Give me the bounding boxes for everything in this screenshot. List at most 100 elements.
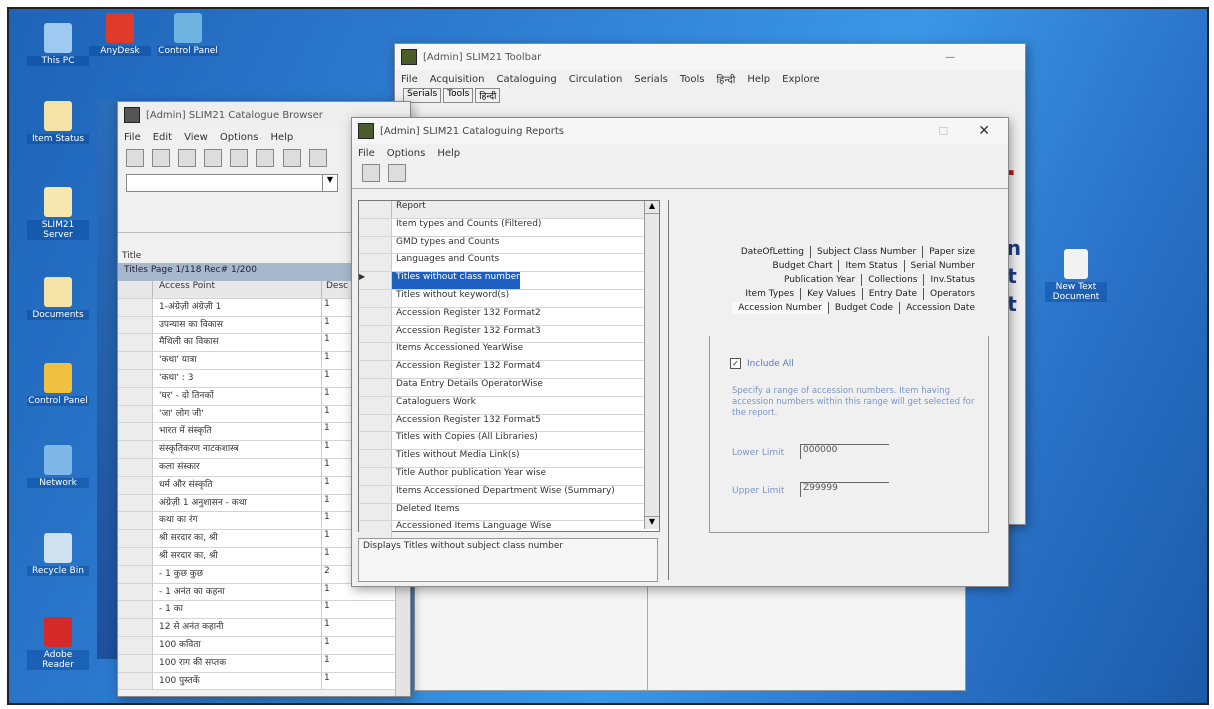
lower-limit-field[interactable]: 000000	[800, 444, 889, 459]
desktop-icon[interactable]: Adobe Reader	[27, 617, 89, 670]
tab-operators[interactable]: Operators	[923, 288, 981, 300]
desktop-icon[interactable]: SLIM21 Server	[27, 187, 89, 240]
include-all-checkbox[interactable]: ✓	[730, 358, 741, 369]
row-indicator	[118, 298, 153, 316]
upper-limit-field[interactable]: Z99999	[800, 482, 889, 497]
grid-view-icon[interactable]	[256, 149, 275, 167]
list-item[interactable]: Accession Register 132 Format3	[359, 325, 659, 344]
grid-view-icon[interactable]	[282, 149, 301, 167]
desktop-icon[interactable]: This PC	[27, 23, 89, 66]
minimize-icon[interactable]: —	[945, 52, 955, 63]
list-item[interactable]: Titles without keyword(s)	[359, 289, 659, 308]
list-item[interactable]: Item types and Counts (Filtered)	[359, 218, 659, 237]
title-bar[interactable]: [Admin] SLIM21 Toolbar —	[395, 44, 1025, 70]
title-bar[interactable]: [Admin] SLIM21 Cataloguing Reports ☐ ✕	[352, 118, 1008, 144]
tab-publication-year[interactable]: Publication Year	[778, 274, 861, 286]
list-item[interactable]: Accessioned Items Language Wise	[359, 521, 659, 540]
menu-acquisition[interactable]: Acquisition	[430, 74, 485, 85]
cataloguing-reports-window[interactable]: [Admin] SLIM21 Cataloguing Reports ☐ ✕ F…	[351, 117, 1009, 587]
tab-key-values[interactable]: Key Values	[800, 288, 862, 300]
list-item[interactable]: Items Accessioned Department Wise (Summa…	[359, 485, 659, 504]
menu-help[interactable]: Help	[270, 132, 293, 143]
run-report-icon[interactable]	[362, 164, 380, 182]
list-item[interactable]: Title Author publication Year wise	[359, 467, 659, 486]
tab-collections[interactable]: Collections	[861, 274, 923, 286]
scrollbar[interactable]: ▲ ▼	[644, 201, 659, 529]
grid-view-icon[interactable]	[178, 149, 197, 167]
desktop-icon[interactable]: Recycle Bin	[27, 533, 89, 576]
desc-cell: 1	[324, 636, 330, 647]
menu-file[interactable]: File	[401, 74, 418, 85]
tab-accession-number[interactable]: Accession Number	[732, 302, 828, 314]
grid-view-icon[interactable]	[204, 149, 223, 167]
column-header[interactable]: Access Point	[153, 281, 322, 298]
list-item[interactable]: Data Entry Details OperatorWise	[359, 378, 659, 397]
menu-cataloguing[interactable]: Cataloguing	[497, 74, 557, 85]
list-item[interactable]: Items Accessioned YearWise	[359, 343, 659, 362]
chevron-down-icon[interactable]: ▼	[322, 175, 337, 191]
menu-file[interactable]: File	[124, 132, 141, 143]
menu-circulation[interactable]: Circulation	[569, 74, 623, 85]
menu-help[interactable]: Help	[747, 74, 770, 85]
printer-icon[interactable]	[388, 164, 407, 182]
list-item[interactable]: Titles without Media Link(s)	[359, 450, 659, 468]
menu-serials[interactable]: Serials	[634, 74, 668, 85]
tab-serial-number[interactable]: Serial Number	[903, 260, 981, 272]
printer-icon[interactable]	[126, 149, 144, 167]
list-item[interactable]: Cataloguers Work	[359, 396, 659, 415]
table-row[interactable]: 100 पुस्तकें 1	[118, 672, 410, 691]
menu-edit[interactable]: Edit	[153, 132, 172, 143]
list-item[interactable]: GMD types and Counts	[359, 236, 659, 255]
list-item[interactable]: Accession Register 132 Format4	[359, 361, 659, 379]
list-item[interactable]: Accession Register 132 Format5	[359, 414, 659, 433]
list-item[interactable]: Deleted Items	[359, 503, 659, 522]
help-icon[interactable]	[308, 149, 327, 167]
desktop-icon[interactable]: Control Panel	[157, 13, 219, 56]
column-header[interactable]: Desc	[322, 281, 348, 298]
tab-item-status[interactable]: Item Status	[838, 260, 903, 272]
list-item[interactable]: Accession Register 132 Format2	[359, 307, 659, 326]
report-list: Item types and Counts (Filtered) GMD type…	[359, 218, 659, 540]
binoculars-icon[interactable]	[152, 149, 171, 167]
tab-inv-status[interactable]: Inv.Status	[923, 274, 981, 286]
menu-help[interactable]: Help	[437, 148, 460, 159]
tab-tools[interactable]: Tools	[443, 88, 474, 103]
list-item[interactable]: Titles with Copies (All Libraries)	[359, 432, 659, 451]
grid-view-icon[interactable]	[230, 149, 249, 167]
chevron-up-icon[interactable]: ▲	[645, 201, 659, 214]
table-row[interactable]: - 1 का 1	[118, 601, 410, 620]
menu-view[interactable]: View	[184, 132, 208, 143]
row-indicator	[118, 530, 153, 547]
desktop-icon[interactable]: Item Status	[27, 101, 89, 144]
desktop-icon[interactable]: Control Panel	[27, 363, 89, 406]
maximize-icon[interactable]: ☐	[938, 125, 948, 138]
menu-hindi[interactable]: हिन्दी	[716, 72, 735, 86]
tab-item-types[interactable]: Item Types	[739, 288, 800, 300]
tab-accession-date[interactable]: Accession Date	[899, 302, 981, 314]
table-row[interactable]: 100 राग की सप्तक 1	[118, 654, 410, 673]
tab-paper-size[interactable]: Paper size	[922, 246, 981, 258]
menu-file[interactable]: File	[358, 148, 375, 159]
close-icon[interactable]: ✕	[978, 123, 990, 139]
tab-budget-code[interactable]: Budget Code	[827, 302, 899, 314]
tab-entry-date[interactable]: Entry Date	[861, 288, 923, 300]
list-item[interactable]: ▶ Titles without class number	[359, 272, 659, 290]
search-combo[interactable]: ▼	[126, 174, 338, 192]
desktop-icon[interactable]: New Text Document	[1045, 249, 1107, 302]
table-row[interactable]: 100 कविता 1	[118, 636, 410, 655]
list-item[interactable]: Languages and Counts	[359, 254, 659, 273]
table-row[interactable]: 12 से अनंत कहानी 1	[118, 619, 410, 637]
desktop-icon[interactable]: Documents	[27, 277, 89, 320]
tab-subject-class-number[interactable]: Subject Class Number	[809, 246, 922, 258]
desktop-icon[interactable]: AnyDesk	[89, 13, 151, 56]
tab-budget-chart[interactable]: Budget Chart	[767, 260, 839, 272]
include-all-row: ✓ Include All	[730, 358, 794, 369]
tab-hindi[interactable]: हिन्दी	[475, 88, 501, 103]
menu-explore[interactable]: Explore	[782, 74, 820, 85]
tab-dateofletting[interactable]: DateOfLetting	[735, 246, 810, 258]
menu-tools[interactable]: Tools	[680, 74, 705, 85]
menu-options[interactable]: Options	[220, 132, 259, 143]
menu-options[interactable]: Options	[387, 148, 426, 159]
chevron-down-icon[interactable]: ▼	[645, 516, 659, 529]
desktop-icon[interactable]: Network	[27, 445, 89, 488]
